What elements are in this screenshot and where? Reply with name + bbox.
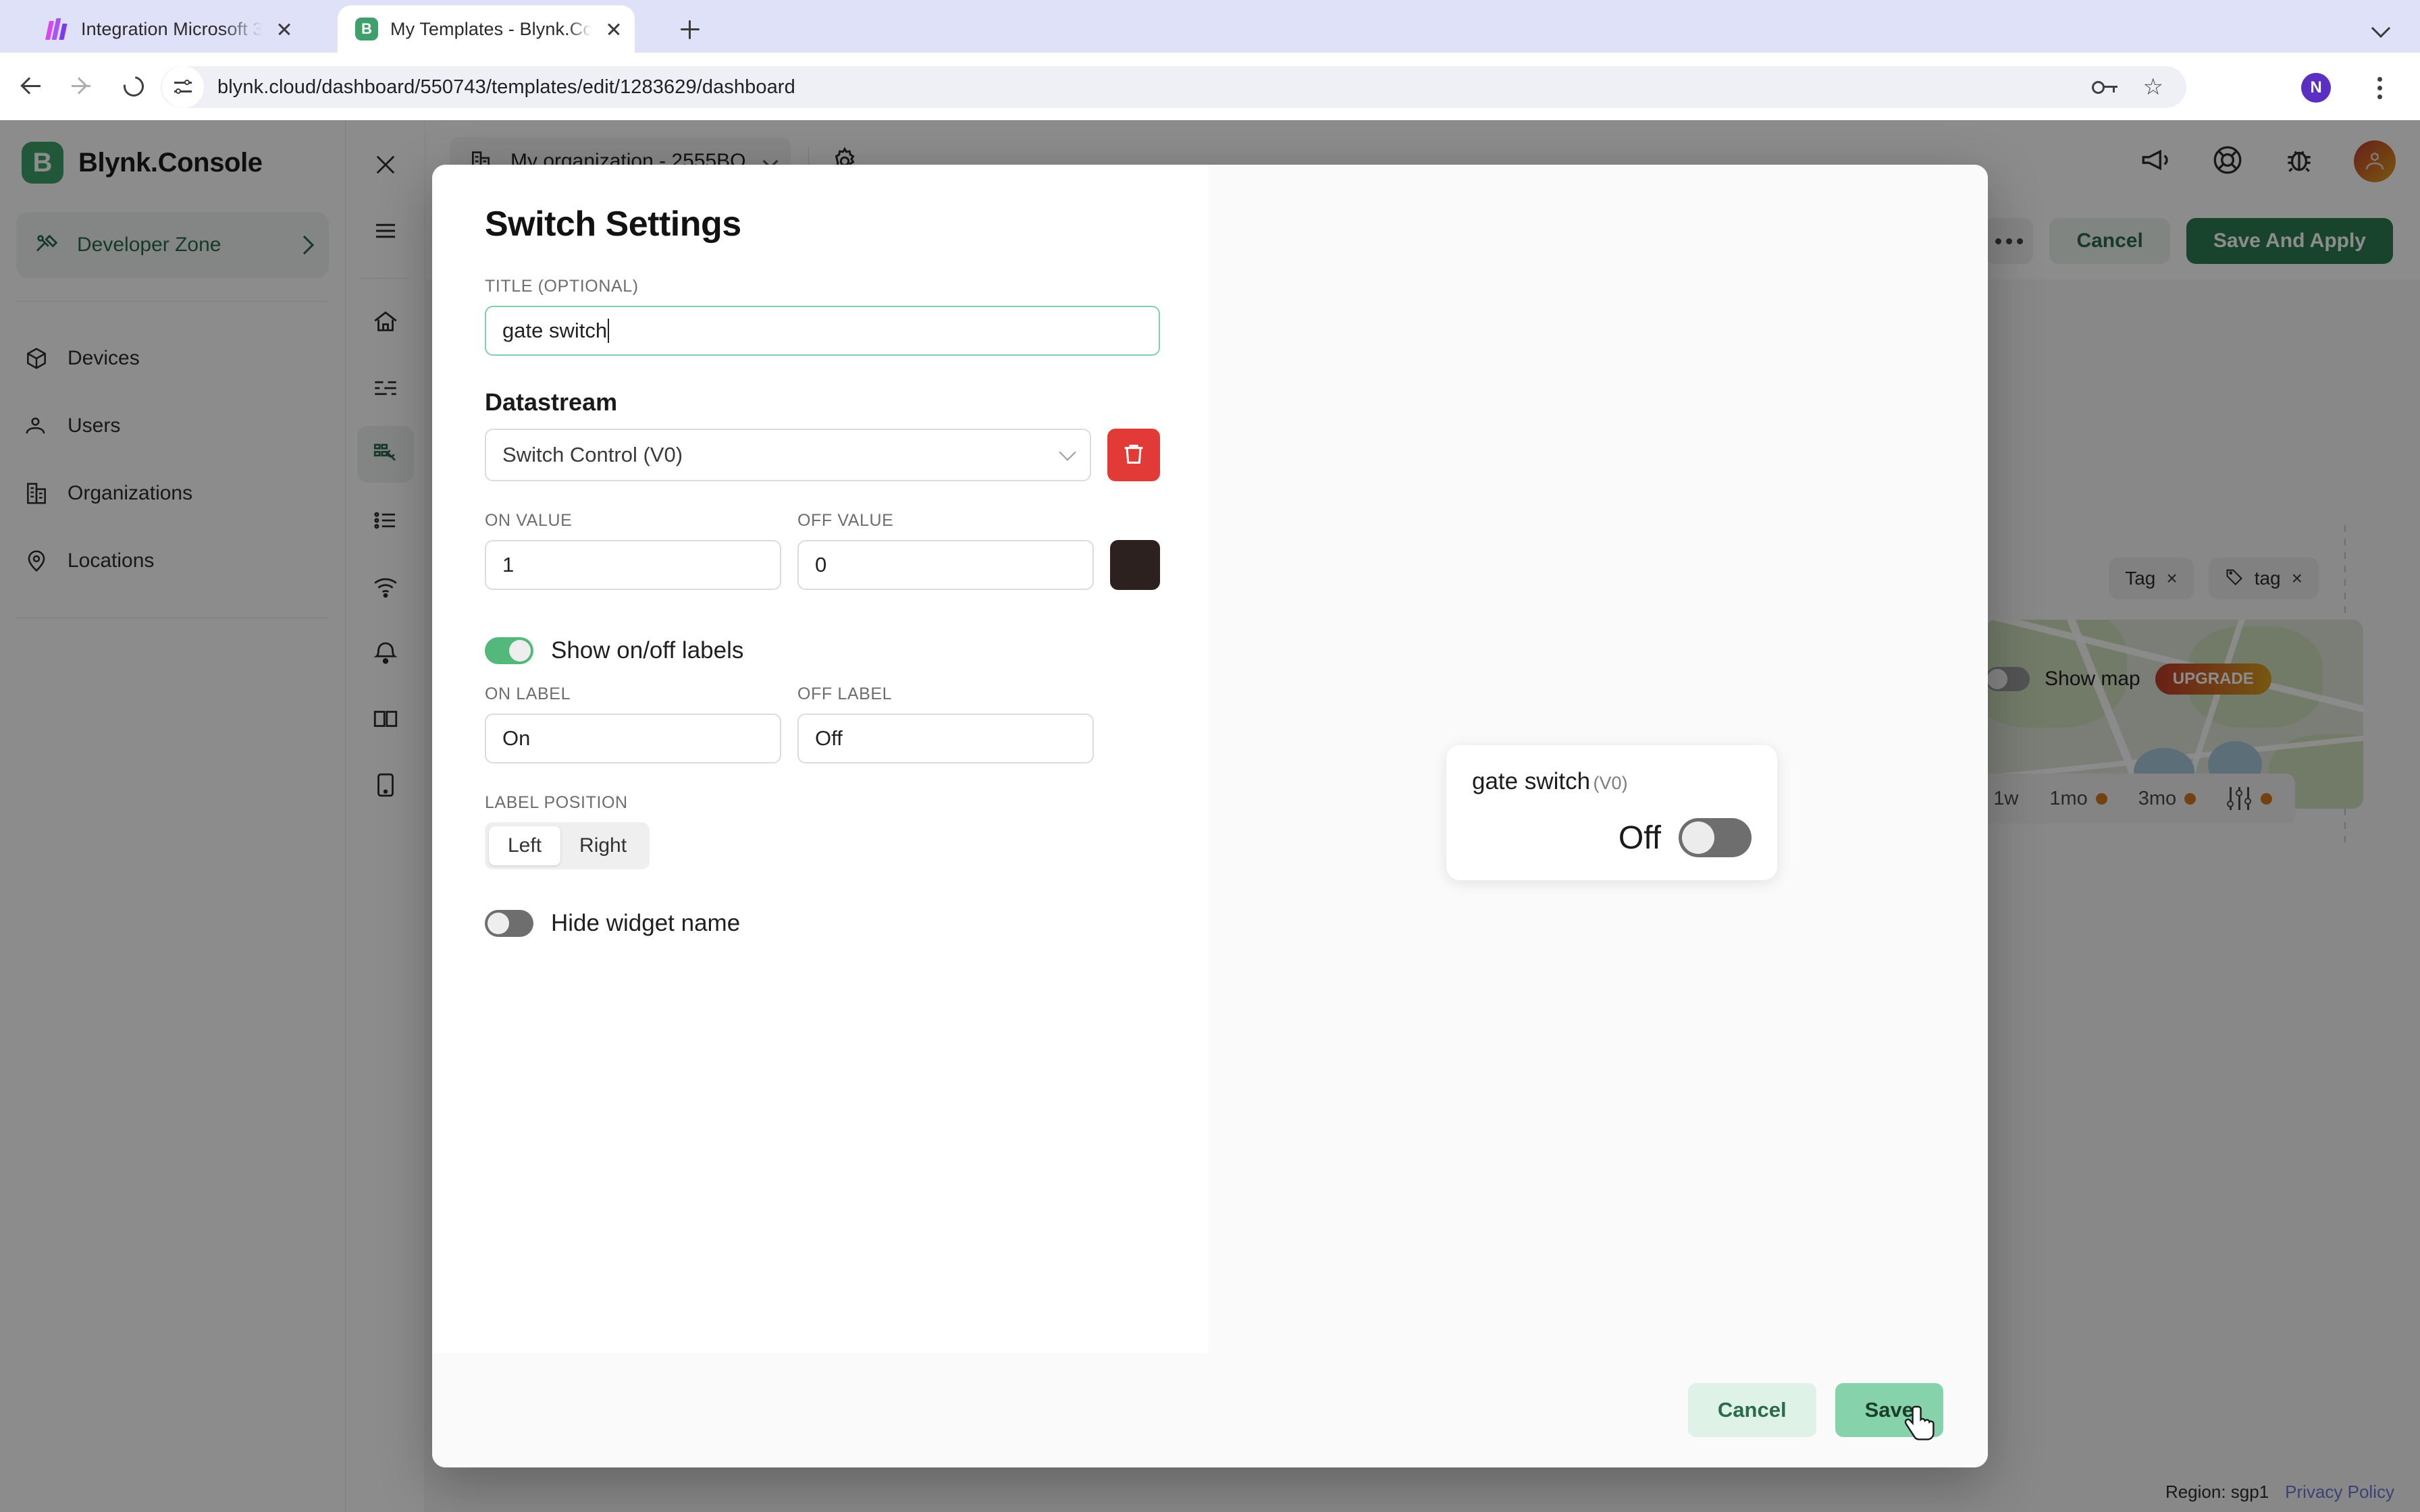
- on-value-label: ON VALUE: [485, 511, 573, 530]
- title-input[interactable]: gate switch: [485, 306, 1160, 356]
- hide-widget-name-toggle[interactable]: [485, 910, 533, 937]
- label-position-segmented-control: Left Right: [485, 822, 650, 869]
- password-key-icon[interactable]: [2091, 78, 2118, 96]
- tab-title: My Templates - Blynk.Console: [390, 18, 591, 39]
- label-position-option-left[interactable]: Left: [489, 826, 561, 865]
- datastream-selected-value: Switch Control (V0): [502, 443, 683, 466]
- close-icon[interactable]: [273, 18, 296, 40]
- dialog-footer: Cancel Save: [432, 1353, 1988, 1467]
- new-tab-button[interactable]: [675, 15, 705, 45]
- text-caret: [608, 319, 610, 343]
- off-label-group: OFF LABEL Off: [797, 684, 1094, 763]
- datastream-section-title: Datastream: [485, 388, 618, 416]
- value-fields-row: ON VALUE 1 OFF VALUE 0: [485, 511, 1160, 590]
- preview-title: gate switch: [1472, 768, 1591, 794]
- show-labels-row: Show on/off labels: [485, 637, 1160, 664]
- widget-preview-panel: gate switch (V0) Off: [1209, 165, 1988, 1353]
- blynk-icon: B: [354, 16, 379, 42]
- off-value-group: OFF VALUE 0: [797, 511, 1094, 590]
- reload-icon[interactable]: [116, 69, 151, 104]
- preview-header: gate switch (V0): [1472, 768, 1752, 795]
- color-swatch-button[interactable]: [1110, 540, 1160, 590]
- delete-datastream-button[interactable]: [1107, 429, 1160, 481]
- chrome-menu-icon[interactable]: [2363, 72, 2396, 104]
- off-label-text: Off: [815, 726, 843, 750]
- off-label-input[interactable]: Off: [797, 713, 1094, 763]
- label-fields-row: ON LABEL On OFF LABEL Off: [485, 684, 1160, 763]
- bookmark-star-icon[interactable]: ☆: [2143, 76, 2163, 99]
- dialog-cancel-button[interactable]: Cancel: [1687, 1383, 1816, 1437]
- label-position-group: LABEL POSITION Left Right: [485, 793, 1160, 869]
- microsoft-icon: [45, 16, 70, 42]
- on-value-text: 1: [502, 553, 515, 576]
- mouse-cursor: [1901, 1403, 1939, 1449]
- on-value-group: ON VALUE 1: [485, 511, 781, 590]
- dialog-body: Switch Settings TITLE (OPTIONAL) gate sw…: [432, 165, 1988, 1353]
- label-position-option-right[interactable]: Right: [560, 826, 646, 865]
- browser-tab-inactive[interactable]: Integration Microsoft 365 Em: [28, 5, 305, 53]
- off-value-label: OFF VALUE: [797, 511, 894, 530]
- datastream-select[interactable]: Switch Control (V0): [485, 429, 1091, 481]
- on-label-input[interactable]: On: [485, 713, 781, 763]
- datastream-row: Switch Control (V0): [485, 429, 1160, 481]
- back-arrow-icon[interactable]: [15, 69, 50, 104]
- site-settings-icon[interactable]: [162, 66, 204, 108]
- trash-icon: [1120, 440, 1147, 470]
- title-input-value: gate switch: [502, 319, 608, 342]
- hide-widget-name-label: Hide widget name: [551, 910, 741, 936]
- off-value-input[interactable]: 0: [797, 540, 1094, 590]
- chevron-down-icon: [1059, 443, 1076, 461]
- title-field-label: TITLE (OPTIONAL): [485, 277, 639, 296]
- show-labels-toggle[interactable]: [485, 637, 533, 664]
- tab-title: Integration Microsoft 365 Em: [81, 18, 262, 39]
- preview-switch-toggle[interactable]: [1679, 818, 1752, 857]
- switch-settings-dialog: Switch Settings TITLE (OPTIONAL) gate sw…: [432, 165, 1988, 1467]
- on-label-label: ON LABEL: [485, 684, 571, 703]
- on-label-group: ON LABEL On: [485, 684, 781, 763]
- address-bar[interactable]: blynk.cloud/dashboard/550743/templates/e…: [161, 66, 2186, 108]
- close-icon[interactable]: [602, 18, 625, 40]
- chevron-down-icon[interactable]: [2371, 18, 2392, 38]
- profile-avatar[interactable]: N: [2301, 73, 2331, 103]
- on-label-text: On: [502, 726, 531, 750]
- settings-form: Switch Settings TITLE (OPTIONAL) gate sw…: [432, 165, 1209, 1353]
- preview-state-label: Off: [1618, 819, 1661, 856]
- off-value-text: 0: [815, 553, 827, 576]
- preview-vpin: (V0): [1593, 773, 1628, 793]
- label-position-label: LABEL POSITION: [485, 793, 628, 812]
- url-text: blynk.cloud/dashboard/550743/templates/e…: [217, 76, 795, 98]
- show-labels-label: Show on/off labels: [551, 637, 744, 664]
- title-field-group: TITLE (OPTIONAL) gate switch: [485, 277, 1160, 356]
- browser-tab-active[interactable]: B My Templates - Blynk.Console: [338, 5, 635, 53]
- forward-arrow-icon[interactable]: [66, 69, 101, 104]
- browser-tab-bar: Integration Microsoft 365 Em B My Templa…: [0, 0, 2420, 53]
- switch-widget-preview: gate switch (V0) Off: [1446, 745, 1777, 880]
- preview-switch-row: Off: [1472, 818, 1752, 857]
- page-title: Switch Settings: [485, 205, 741, 244]
- hide-widget-name-row: Hide widget name: [485, 910, 1160, 937]
- browser-toolbar: blynk.cloud/dashboard/550743/templates/e…: [0, 53, 2420, 120]
- on-value-input[interactable]: 1: [485, 540, 781, 590]
- off-label-label: OFF LABEL: [797, 684, 893, 703]
